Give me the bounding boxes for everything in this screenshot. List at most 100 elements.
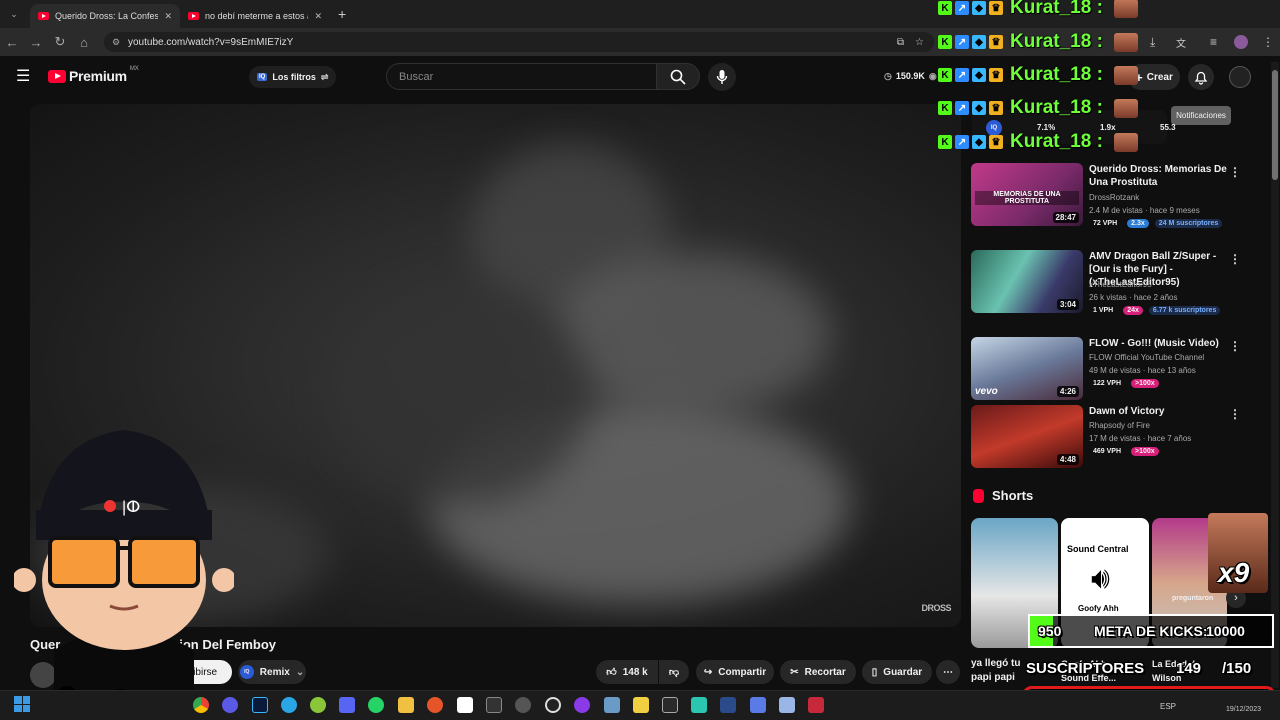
eye-icon: ◉ — [928, 71, 937, 81]
recommendation-item[interactable]: MEMORIAS DE UNA PROSTITUTA 28:47 Querido… — [971, 163, 1271, 233]
telegram-icon[interactable] — [281, 697, 297, 713]
app-icon[interactable] — [574, 697, 590, 713]
shorts-icon — [973, 488, 984, 503]
stats-badges: 1 VPH 24x 6.77 k suscriptores — [1089, 306, 1221, 315]
clock-icon: ◷ — [884, 71, 892, 81]
arrow-icon: ↗ — [955, 35, 969, 49]
app-green-icon[interactable] — [310, 697, 326, 713]
scrollbar-thumb[interactable] — [1272, 70, 1278, 180]
app-icon[interactable] — [515, 697, 531, 713]
save-button[interactable]: ▯ Guardar — [862, 660, 932, 684]
windows-start-icon[interactable] — [14, 696, 30, 712]
back-icon[interactable]: ← — [0, 35, 24, 50]
app-icon[interactable] — [691, 697, 707, 713]
site-info-icon[interactable]: ⚙ — [112, 37, 120, 48]
svg-text:|ⵀ: |ⵀ — [122, 499, 140, 516]
media-icon[interactable]: ≡ — [1210, 35, 1217, 49]
kick-icon: K — [938, 35, 952, 49]
more-horizontal-icon: ⋯ — [943, 666, 953, 678]
translate-icon[interactable]: 文 — [1176, 35, 1186, 50]
search-button[interactable] — [656, 63, 700, 90]
microphone-icon — [716, 70, 728, 84]
filters-button[interactable]: IQ Los filtros ⇌ — [249, 66, 337, 88]
remix-button[interactable]: IQ Remix ⌄ — [238, 660, 306, 684]
app-icon[interactable] — [720, 697, 736, 713]
page-scrollbar[interactable] — [1271, 62, 1279, 688]
app-icon[interactable] — [750, 697, 766, 713]
photos-icon[interactable] — [604, 697, 620, 713]
iq-icon: IQ — [239, 665, 254, 679]
app-icon[interactable] — [808, 697, 824, 713]
video-thumbnail: vevo 4:26 — [971, 337, 1083, 400]
install-app-icon[interactable]: ⧉ — [897, 37, 904, 48]
tab-querido-dross[interactable]: Querido Dross: La Confesión De ✕ — [30, 4, 180, 28]
notes-icon[interactable] — [633, 697, 649, 713]
chrome-icon[interactable] — [193, 697, 209, 713]
more-vert-icon[interactable]: ⋮ — [1229, 407, 1241, 421]
video-thumbnail: 3:04 — [971, 250, 1083, 313]
folder-icon[interactable] — [398, 697, 414, 713]
notifications-tooltip: Notificaciones — [1171, 106, 1231, 125]
account-avatar[interactable] — [1229, 66, 1251, 88]
arrow-icon: ↗ — [955, 68, 969, 82]
url-input[interactable]: ⚙ youtube.com/watch?v=9sEmMIE7izY ⧉ ☆ — [104, 32, 934, 52]
emote-icon — [1113, 98, 1138, 118]
profile-avatar[interactable] — [1234, 35, 1248, 49]
obs-icon[interactable] — [545, 697, 561, 713]
whatsapp-icon[interactable] — [368, 697, 384, 713]
more-vert-icon[interactable]: ⋮ — [1229, 165, 1241, 179]
dislike-button[interactable]: 👎︎ — [659, 660, 689, 684]
bookmark-icon: ▯ — [871, 666, 878, 678]
app-icon[interactable] — [779, 697, 795, 713]
downloads-icon[interactable]: ⤓ — [1150, 35, 1155, 50]
menu-icon[interactable]: ☰ — [16, 66, 30, 86]
capcut-icon[interactable] — [457, 697, 473, 713]
youtube-premium-logo[interactable]: Premium MX — [48, 66, 139, 84]
cube-icon: ◆ — [972, 1, 986, 15]
recommendation-item[interactable]: 4:48 Dawn of Victory Rhapsody of Fire 17… — [971, 405, 1271, 475]
emote-icon — [1113, 0, 1138, 18]
browser-menu-icon[interactable]: ⋮ — [1262, 35, 1274, 49]
forward-icon[interactable]: → — [24, 35, 48, 50]
app-icon[interactable] — [662, 697, 678, 713]
close-tab-icon[interactable]: ✕ — [314, 11, 322, 22]
share-button[interactable]: ↪ Compartir — [696, 660, 774, 684]
recommendation-item[interactable]: vevo 4:26 FLOW - Go!!! (Music Video) FLO… — [971, 337, 1271, 407]
crown-icon: ♛ — [989, 101, 1003, 115]
video-watermark: DROSS — [921, 603, 951, 613]
language-indicator[interactable]: ESP — [1160, 702, 1176, 711]
cartoon-avatar-icon: |ⵀ — [12, 430, 236, 692]
photoshop-icon[interactable] — [252, 697, 268, 713]
more-vert-icon[interactable]: ⋮ — [1229, 339, 1241, 353]
app-icon[interactable] — [486, 697, 502, 713]
share-icon: ↪ — [703, 666, 713, 678]
app-icon[interactable] — [427, 697, 443, 713]
reload-icon[interactable]: ↻ — [48, 34, 72, 50]
thumbs-up-icon: 👍︎ — [606, 667, 617, 678]
notifications-button[interactable] — [1188, 64, 1214, 90]
recommendation-item[interactable]: 3:04 AMV Dragon Ball Z/Super - [Our is t… — [971, 250, 1271, 320]
tab-search-button[interactable]: ⌄ — [4, 9, 24, 20]
more-vert-icon[interactable]: ⋮ — [1229, 252, 1241, 266]
kick-alert-line: K ↗ ◆ ♛ Kurat_18 : — [938, 97, 1138, 119]
kick-icon: K — [938, 68, 952, 82]
emote-icon — [1113, 32, 1138, 52]
clip-button[interactable]: ✂ Recortar — [780, 660, 856, 684]
search-input[interactable]: Buscar — [386, 63, 657, 90]
voice-search-button[interactable] — [708, 63, 736, 91]
tab-no-debi[interactable]: no debí meterme a estos anunc ✕ — [180, 4, 330, 28]
home-icon[interactable]: ⌂ — [72, 35, 96, 50]
new-tab-button[interactable]: + — [338, 6, 346, 22]
close-tab-icon[interactable]: ✕ — [164, 11, 172, 22]
more-actions-button[interactable]: ⋯ — [936, 660, 960, 684]
discord-icon[interactable] — [339, 697, 355, 713]
streamer-avatar-overlay: |ⵀ — [12, 430, 236, 692]
vivaldi-icon[interactable] — [222, 697, 238, 713]
kick-goal-bar: 950 META DE KICKS: 10000 — [1028, 614, 1274, 648]
chevron-down-icon: ⌄ — [295, 666, 305, 678]
like-button[interactable]: 👍︎ 148 k — [596, 660, 658, 684]
taskbar-date[interactable]: 19/12/2023 — [1226, 706, 1261, 713]
crown-icon: ♛ — [989, 68, 1003, 82]
bookmark-star-icon[interactable]: ☆ — [915, 37, 924, 48]
emote-icon — [1113, 132, 1138, 152]
